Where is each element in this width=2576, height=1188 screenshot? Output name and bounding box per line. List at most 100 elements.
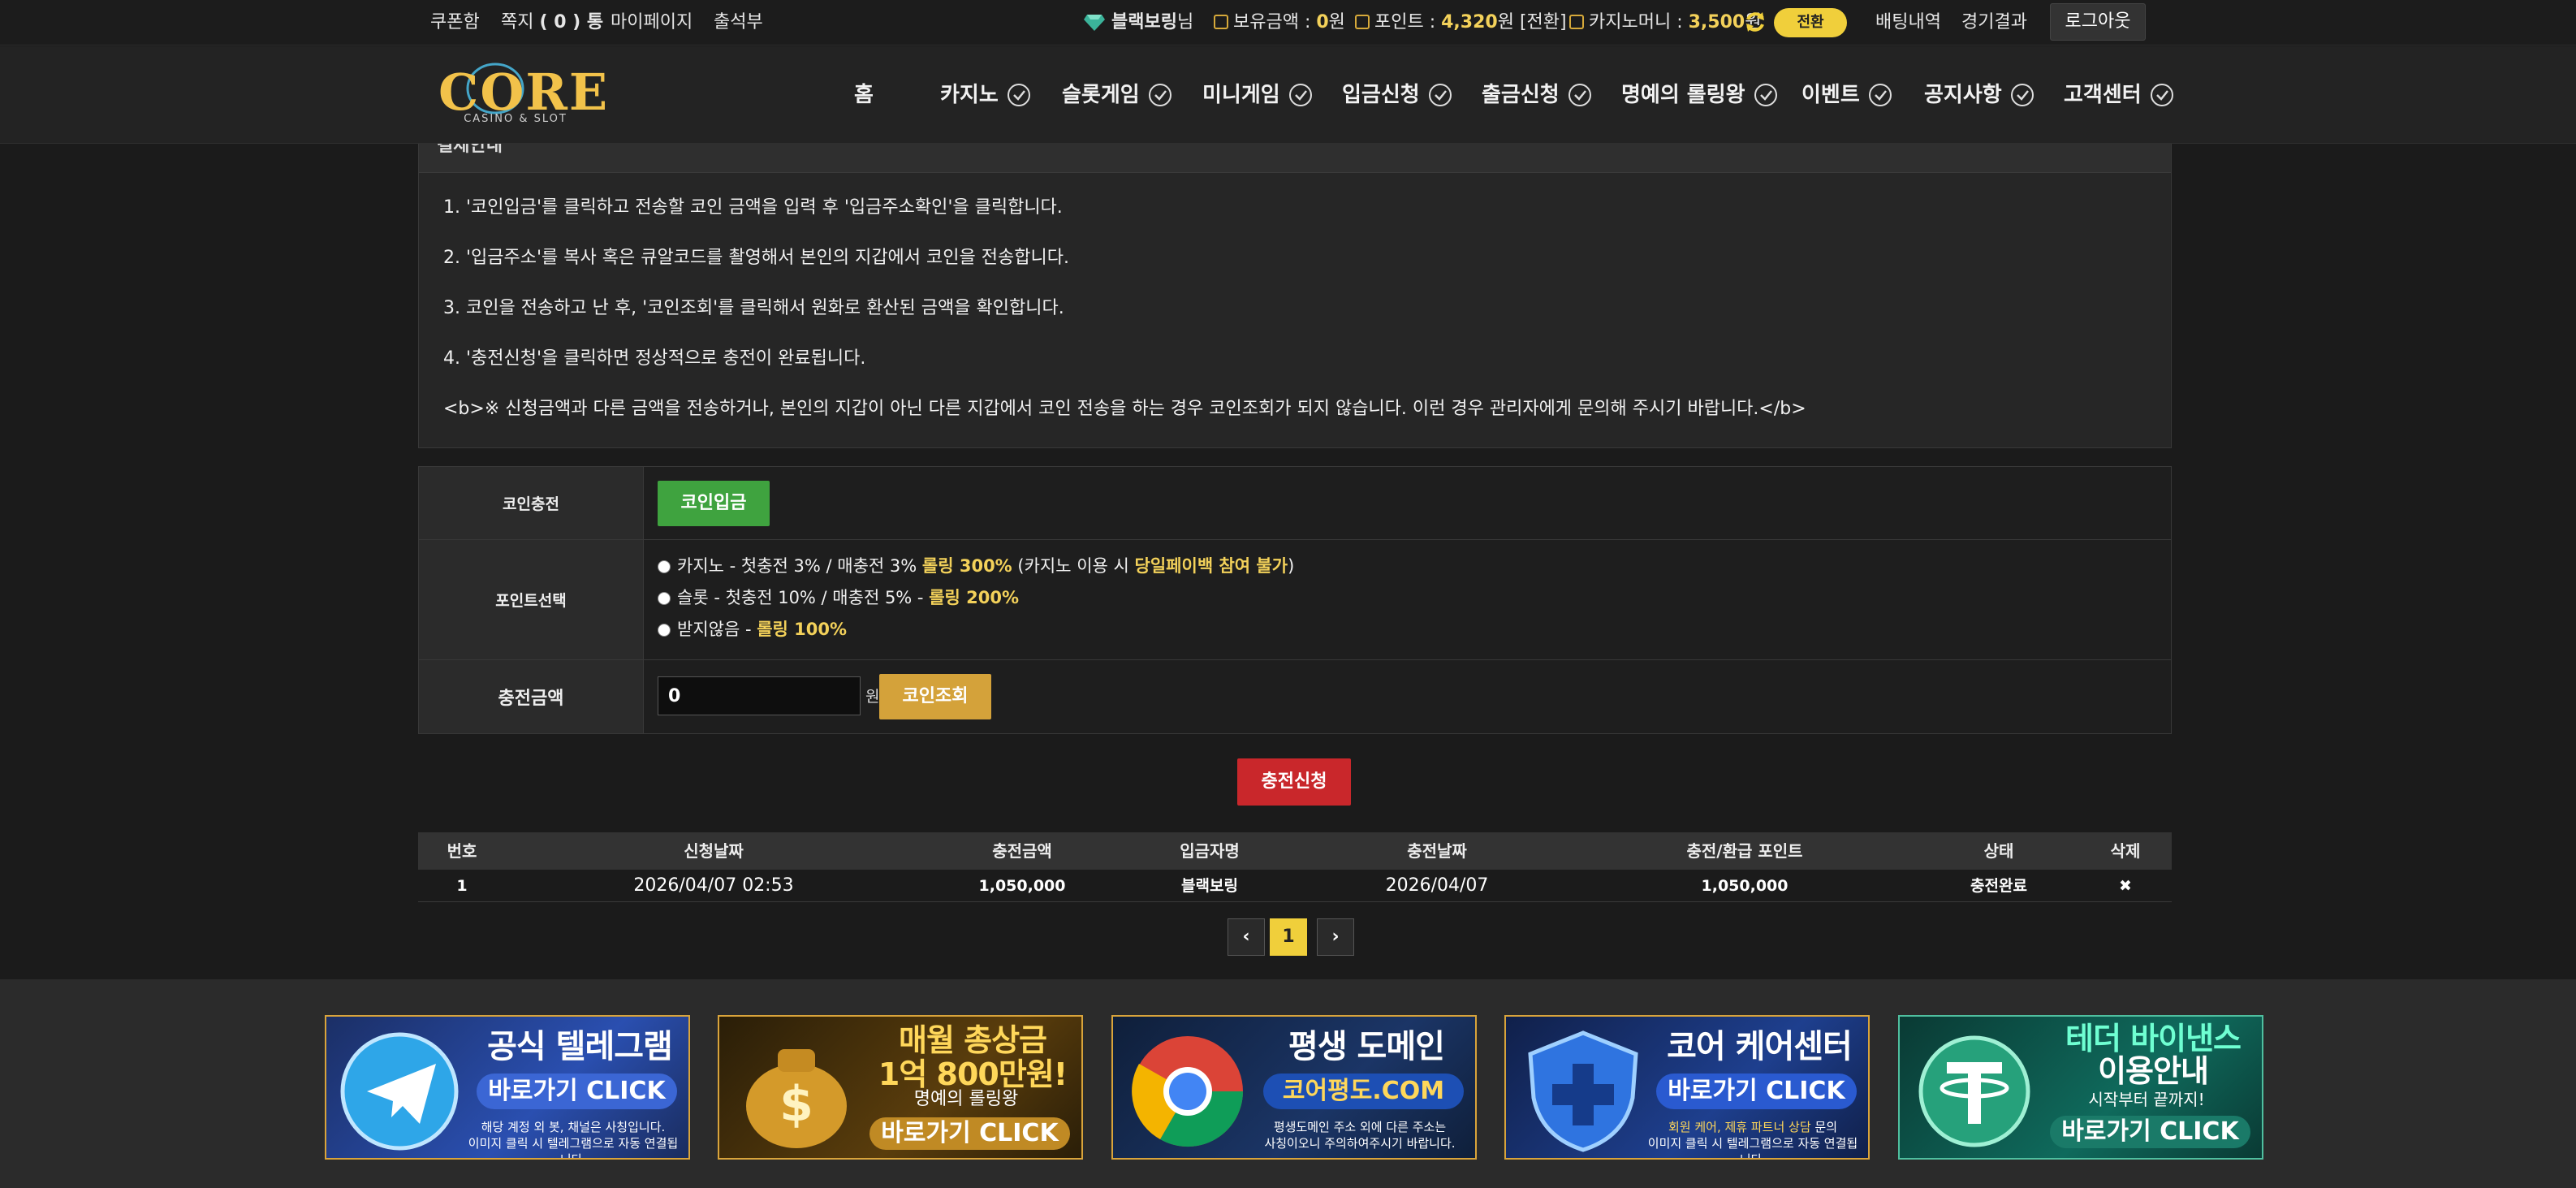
game-results-link[interactable]: 경기결과	[1961, 0, 2027, 45]
nav-notice[interactable]: 공지사항	[1924, 46, 2034, 144]
nav-support[interactable]: 고객센터	[2064, 46, 2174, 144]
coin-deposit-button[interactable]: 코인입금	[658, 481, 770, 526]
point-value: 4,320	[1441, 12, 1498, 32]
option-casino-rolling: 롤링 300%	[921, 556, 1012, 576]
nav-rolling-king[interactable]: 명예의 롤링왕	[1621, 46, 1778, 144]
banner-note-highlight: 회원 케어, 제휴 파트너 상담	[1668, 1120, 1811, 1134]
nav-slot-label: 슬롯게임	[1062, 83, 1140, 107]
payment-guide-panel: 결제안내 1. '코인입금'를 클릭하고 전송할 코인 금액을 입력 후 '입금…	[418, 136, 2172, 448]
refresh-icon[interactable]	[1743, 10, 1767, 34]
wallet-icon	[1214, 15, 1228, 29]
banner-cta: 바로가기 CLICK	[477, 1074, 677, 1109]
swap-button[interactable]: 전환	[1774, 8, 1847, 37]
coupon-link[interactable]: 쿠폰함	[430, 0, 480, 45]
coin-lookup-button[interactable]: 코인조회	[879, 674, 991, 719]
option-none-text: 받지않음 -	[677, 620, 757, 639]
col-points: 충전/환급 포인트	[1686, 841, 1803, 861]
point-option-none[interactable]: 받지않음 - 롤링 100%	[658, 616, 847, 641]
option-casino-extra-pre: (카지노 이용 시	[1012, 556, 1135, 576]
rolling-king-banner[interactable]: $ 매월 총상금 1억 800만원! 명예의 롤링왕 바로가기 CLICK	[718, 1015, 1083, 1160]
option-casino-extra-post: )	[1288, 556, 1295, 576]
care-center-banner[interactable]: 코어 케어센터 바로가기 CLICK 회원 케어, 제휴 파트너 상담 문의 이미…	[1504, 1015, 1870, 1160]
nav-withdraw[interactable]: 출금신청	[1482, 46, 1592, 144]
nav-event[interactable]: 이벤트	[1801, 46, 1892, 144]
nav-notice-label: 공지사항	[1924, 83, 2002, 107]
charge-form: 코인충전 코인입금 포인트선택 카지노 - 첫충전 3% / 매충전 3% 롤링…	[418, 466, 2172, 734]
top-utility-bar: 쿠폰함 쪽지 ( 0 ) 통 마이페이지 출석부 블랙보링님 보유금액 : 0원…	[0, 0, 2576, 45]
casino-money-value: 3,500	[1688, 12, 1745, 32]
cell-points: 1,050,000	[1701, 877, 1789, 895]
delete-icon[interactable]: ✖	[2119, 870, 2132, 902]
casino-money-label: 카지노머니 :	[1589, 12, 1689, 32]
point-unit: 원 [전환]	[1497, 12, 1567, 32]
cell-request-date: 2026/04/07 02:53	[633, 875, 794, 896]
telegram-banner[interactable]: 공식 텔레그램 바로가기 CLICK 해당 계정 외 봇, 채널은 사칭입니다.…	[325, 1015, 690, 1160]
radio-none[interactable]	[658, 624, 671, 637]
bet-history-link[interactable]: 배팅내역	[1875, 0, 1941, 45]
history-table-header: 번호 신청날짜 충전금액 입금자명 충전날짜 충전/환급 포인트 상태 삭제	[418, 832, 2172, 870]
nav-casino[interactable]: 카지노	[940, 46, 1031, 144]
amount-unit: 원	[865, 688, 880, 706]
mypage-link[interactable]: 마이페이지	[611, 0, 693, 45]
col-charge-date: 충전날짜	[1407, 841, 1467, 861]
user-info: 블랙보링님	[1084, 0, 1193, 45]
banner-note: 회원 케어, 제휴 파트너 상담 문의 이미지 클릭 시 텔레그램으로 자동 연결…	[1644, 1119, 1862, 1160]
guide-warning: <b>※ 신청금액과 다른 금액을 전송하거나, 본인의 지갑이 아닌 다른 지…	[443, 399, 1806, 419]
nav-support-label: 고객센터	[2064, 83, 2142, 107]
logout-button[interactable]: 로그아웃	[2050, 3, 2146, 41]
next-page-button[interactable]: ›	[1317, 918, 1354, 956]
banner-cta: 바로가기 CLICK	[2050, 1116, 2250, 1148]
nav-home[interactable]: 홈	[854, 46, 874, 144]
banner-title-2: 이용안내	[2098, 1053, 2209, 1089]
nav-slot[interactable]: 슬롯게임	[1062, 46, 1172, 144]
money-bag-icon: $	[746, 1049, 847, 1148]
col-status: 상태	[1983, 841, 2014, 861]
messages-link[interactable]: 쪽지 ( 0 ) 통	[501, 0, 603, 45]
page-1-button[interactable]: 1	[1270, 918, 1307, 956]
coin-charge-label: 코인충전	[419, 467, 644, 539]
chevron-check-icon	[1754, 84, 1777, 106]
coin-charge-row: 코인충전 코인입금	[419, 467, 2171, 540]
point-option-casino[interactable]: 카지노 - 첫충전 3% / 매충전 3% 롤링 300% (카지노 이용 시 …	[658, 553, 1294, 577]
casino-money-info: 카지노머니 : 3,500원	[1569, 0, 1761, 45]
cell-depositor: 블랙보링	[1181, 877, 1238, 895]
point-option-slot[interactable]: 슬롯 - 첫충전 10% / 매충전 5% - 롤링 200%	[658, 585, 1019, 609]
banner-cta: 바로가기 CLICK	[869, 1117, 1070, 1150]
nav-mini-game[interactable]: 미니게임	[1202, 46, 1313, 144]
banner-title: 매월 총상금	[898, 1022, 1047, 1058]
balance-value: 0	[1316, 12, 1329, 32]
col-depositor: 입금자명	[1180, 841, 1240, 861]
chevron-check-icon	[1428, 84, 1452, 106]
banner-title: 평생 도메인	[1288, 1028, 1445, 1065]
point-info[interactable]: 포인트 : 4,320원 [전환]	[1355, 0, 1567, 45]
radio-casino[interactable]	[658, 560, 671, 573]
chevron-check-icon	[1288, 84, 1312, 106]
banner-subtitle: 명예의 롤링왕	[913, 1089, 1019, 1109]
radio-slot[interactable]	[658, 592, 671, 605]
submit-charge-button[interactable]: 충전신청	[1237, 758, 1351, 806]
nav-rolling-king-label: 명예의 롤링왕	[1621, 83, 1745, 107]
core-logo[interactable]: CORE CASINO & SLOT	[438, 61, 610, 129]
banner-title: 코어 케어센터	[1667, 1028, 1853, 1065]
col-charge-amount: 충전금액	[992, 841, 1052, 861]
col-number: 번호	[447, 841, 477, 861]
attendance-link[interactable]: 출석부	[714, 0, 763, 45]
nav-deposit-label: 입금신청	[1342, 83, 1420, 107]
tether-banner[interactable]: 테더 바이낸스 이용안내 시작부터 끝까지! 바로가기 CLICK	[1898, 1015, 2263, 1160]
logo-subtitle: CASINO & SLOT	[464, 113, 567, 125]
charge-amount-input[interactable]	[658, 676, 861, 715]
chevron-check-icon	[1148, 84, 1171, 106]
logo-text: CORE	[438, 63, 610, 122]
prev-page-button[interactable]: ‹	[1228, 918, 1265, 956]
banner-cta: 바로가기 CLICK	[1656, 1074, 1857, 1109]
banner-note-2: 이미지 클릭 시 텔레그램으로 자동 연결됩니다.	[1647, 1136, 1858, 1160]
casino-money-icon	[1569, 15, 1584, 29]
guide-line-3: 3. 코인을 전송하고 난 후, '코인조회'를 클릭해서 원화로 환산된 금액…	[443, 298, 1064, 318]
point-icon	[1355, 15, 1370, 29]
telegram-icon	[340, 1032, 459, 1151]
domain-banner[interactable]: 평생 도메인 코어평도.COM 평생도메인 주소 외에 다른 주소는 사칭이오니…	[1111, 1015, 1477, 1160]
nav-deposit[interactable]: 입금신청	[1342, 46, 1452, 144]
main-header: CORE CASINO & SLOT 홈 카지노 슬롯게임 미니게임 입금신청 …	[0, 46, 2576, 144]
option-casino-payback-note: 당일페이백 참여 불가	[1134, 556, 1288, 576]
banner-note: 해당 계정 외 봇, 채널은 사칭입니다. 이미지 클릭 시 텔레그램으로 자동…	[468, 1120, 679, 1160]
